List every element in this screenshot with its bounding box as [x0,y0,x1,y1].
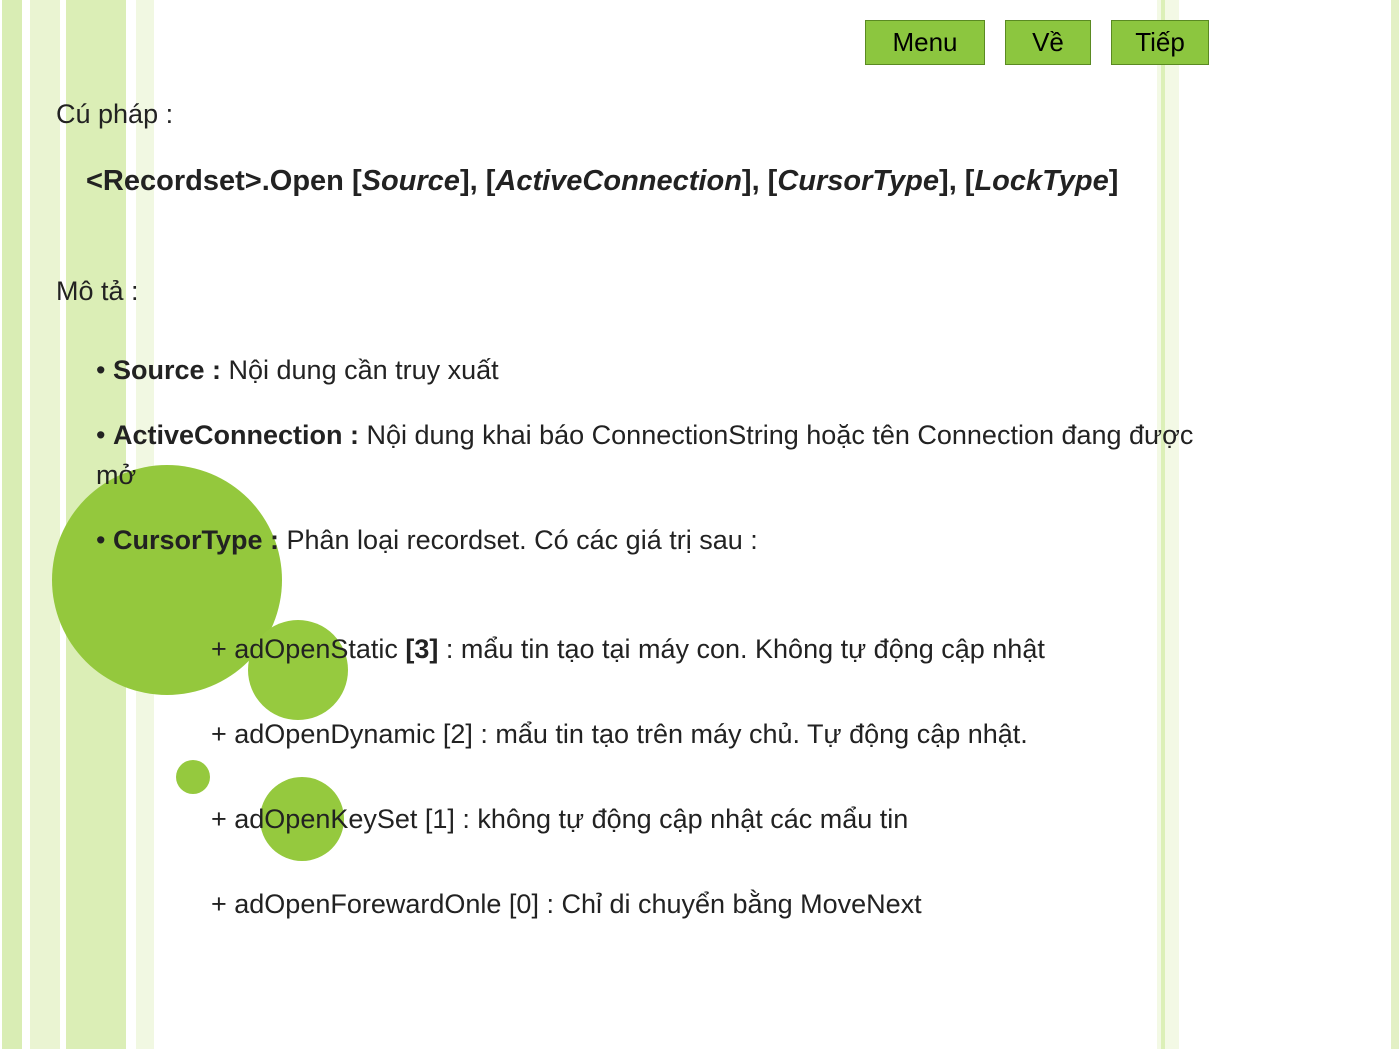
back-button[interactable]: Về [1005,20,1091,65]
syntax-method: .Open [262,165,352,197]
syntax-object: <Recordset> [86,165,262,197]
nav-buttons: Menu Về Tiếp [865,20,1209,65]
item-source-label: Source : [113,355,229,385]
syntax-param-locktype: LockType [974,165,1108,197]
item-activeconnection: • ActiveConnection : Nội dung khai báo C… [96,416,1229,494]
menu-button[interactable]: Menu [865,20,985,65]
item-cursor-label: CursorType : [113,525,287,555]
item-cursor-text: Phân loại recordset. Có các giá trị sau … [287,525,758,555]
cursor-value-adopenforwardonly: + adOpenForewardOnle [0] : Chỉ di chuyển… [211,885,1229,924]
syntax-header-label: Cú pháp : [56,95,1229,134]
syntax-param-source: Source [362,165,460,197]
syntax-param-cursortype: CursorType [777,165,939,197]
syntax-line: <Recordset>.Open [Source], [ActiveConnec… [86,160,1229,202]
cursor-value-pre: + adOpenStatic [211,634,405,664]
cursor-value-adopenstatic: + adOpenStatic [3] : mẩu tin tạo tại máy… [211,630,1229,669]
cursor-value-adopenkeyset: + adOpenKeySet [1] : không tự động cập n… [211,800,1229,839]
item-source: • Source : Nội dung cần truy xuất [96,351,1229,390]
item-active-label: ActiveConnection : [113,420,367,450]
item-cursortype: • CursorType : Phân loại recordset. Có c… [96,521,1229,560]
desc-items: • Source : Nội dung cần truy xuất • Acti… [96,351,1229,560]
slide: Menu Về Tiếp Cú pháp : <Recordset>.Open … [0,0,1399,1049]
bg-stripe [1391,0,1399,1049]
slide-content: Cú pháp : <Recordset>.Open [Source], [Ac… [56,95,1229,970]
bg-stripe [2,0,22,1049]
next-button[interactable]: Tiếp [1111,20,1209,65]
cursor-value-num: [3] [405,634,438,664]
cursor-values-list: + adOpenStatic [3] : mẩu tin tạo tại máy… [211,630,1229,925]
syntax-param-activeconnection: ActiveConnection [495,165,742,197]
item-source-text: Nội dung cần truy xuất [229,355,499,385]
desc-header-label: Mô tả : [56,272,1229,311]
cursor-value-adopendynamic: + adOpenDynamic [2] : mẩu tin tạo trên m… [211,715,1229,754]
cursor-value-post: : mẩu tin tạo tại máy con. Không tự động… [438,634,1044,664]
